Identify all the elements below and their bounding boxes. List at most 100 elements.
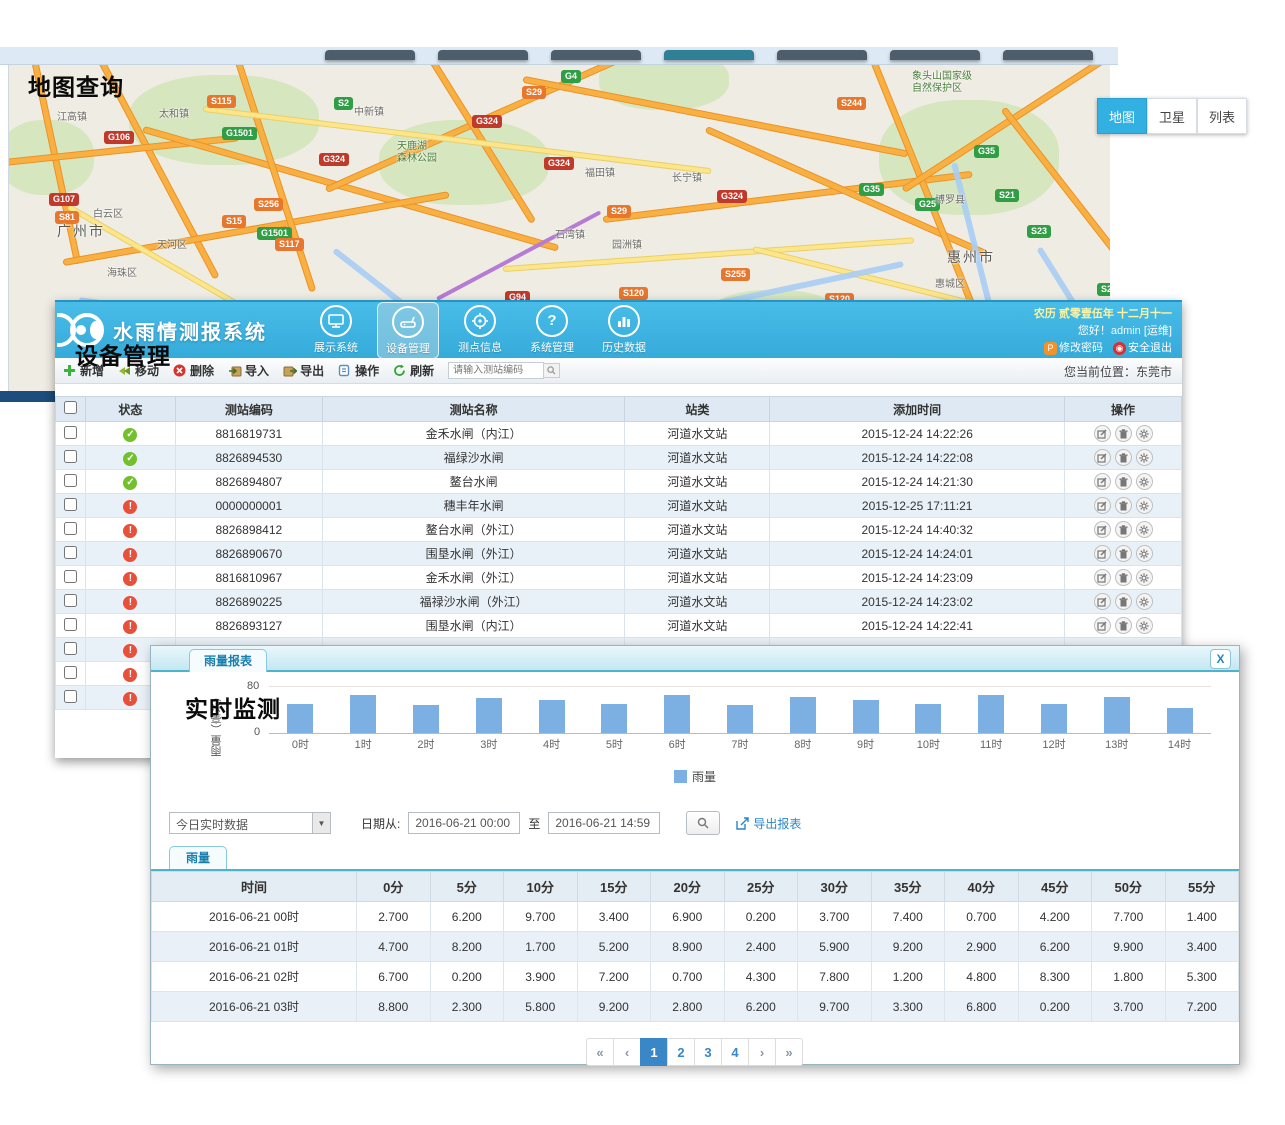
period-select[interactable]: 今日实时数据 ▼	[169, 812, 331, 834]
trash-icon[interactable]	[1115, 617, 1132, 634]
table-row[interactable]: !8826898412鳌台水闸（外江）河道水文站2015-12-24 14:40…	[56, 518, 1182, 542]
row-checkbox[interactable]	[64, 570, 77, 583]
pagination-nav-button[interactable]: »	[775, 1038, 803, 1066]
top-tab-stub[interactable]	[890, 50, 980, 60]
edit-icon[interactable]	[1094, 521, 1111, 538]
edit-icon[interactable]	[1094, 617, 1111, 634]
table-row[interactable]: !0000000001穗丰年水闸河道水文站2015-12-25 17:11:21	[56, 494, 1182, 518]
pagination-page-1[interactable]: 1	[640, 1038, 668, 1066]
row-checkbox[interactable]	[64, 522, 77, 535]
pagination-nav-button[interactable]: «	[586, 1038, 614, 1066]
date-from-input[interactable]	[408, 812, 520, 834]
trash-icon[interactable]	[1115, 425, 1132, 442]
export-report-link[interactable]: 导出报表	[736, 815, 801, 832]
rain-bar[interactable]	[1041, 704, 1067, 733]
tab-rainfall-report[interactable]: 雨量报表	[189, 649, 267, 672]
nav-item-展示系统[interactable]: 展示系统	[305, 302, 367, 359]
map-ctl-map[interactable]: 地图	[1097, 98, 1147, 134]
map-ctl-other[interactable]: 卫星	[1147, 98, 1197, 134]
gear-icon[interactable]	[1136, 617, 1153, 634]
rain-bar[interactable]	[287, 704, 313, 733]
rain-bar[interactable]	[1104, 697, 1130, 733]
trash-icon[interactable]	[1115, 569, 1132, 586]
top-tab-stub[interactable]	[438, 50, 528, 60]
gear-icon[interactable]	[1136, 425, 1153, 442]
row-checkbox[interactable]	[64, 666, 77, 679]
pagination-nav-button[interactable]: ›	[748, 1038, 776, 1066]
rain-bar[interactable]	[790, 697, 816, 733]
table-row[interactable]: !8816810967金禾水闸（外江）河道水文站2015-12-24 14:23…	[56, 566, 1182, 590]
nav-item-设备管理[interactable]: 设备管理	[377, 302, 439, 359]
table-row[interactable]: ✓8826894530福绿沙水闸河道水文站2015-12-24 14:22:08	[56, 446, 1182, 470]
top-tab-stub[interactable]	[777, 50, 867, 60]
top-tab-stub[interactable]	[325, 50, 415, 60]
gear-icon[interactable]	[1136, 497, 1153, 514]
toolbar-button-导出[interactable]: 导出	[283, 362, 324, 379]
toolbar-button-操作[interactable]: 操作	[338, 362, 379, 379]
query-button[interactable]	[686, 811, 720, 835]
trash-icon[interactable]	[1115, 593, 1132, 610]
top-tab-stub[interactable]	[551, 50, 641, 60]
select-all-checkbox[interactable]	[64, 401, 77, 414]
logout-link[interactable]: ◉安全退出	[1113, 340, 1172, 357]
gear-icon[interactable]	[1136, 593, 1153, 610]
top-tab-stub[interactable]	[1003, 50, 1093, 60]
trash-icon[interactable]	[1115, 521, 1132, 538]
edit-icon[interactable]	[1094, 449, 1111, 466]
rain-bar[interactable]	[413, 705, 439, 733]
trash-icon[interactable]	[1115, 449, 1132, 466]
toolbar-button-刷新[interactable]: 刷新	[393, 362, 434, 379]
rain-bar[interactable]	[664, 695, 690, 733]
row-checkbox[interactable]	[64, 594, 77, 607]
rain-bar[interactable]	[601, 704, 627, 733]
toolbar-button-导入[interactable]: 导入	[228, 362, 269, 379]
row-checkbox[interactable]	[64, 546, 77, 559]
pagination-page-3[interactable]: 3	[694, 1038, 722, 1066]
table-row[interactable]: !8826890225福禄沙水闸（外江）河道水文站2015-12-24 14:2…	[56, 590, 1182, 614]
edit-icon[interactable]	[1094, 473, 1111, 490]
rain-bar[interactable]	[1167, 708, 1193, 733]
trash-icon[interactable]	[1115, 473, 1132, 490]
gear-icon[interactable]	[1136, 473, 1153, 490]
row-checkbox[interactable]	[64, 474, 77, 487]
nav-item-系统管理[interactable]: ?系统管理	[521, 302, 583, 359]
change-password-link[interactable]: P修改密码	[1044, 340, 1103, 357]
table-row[interactable]: ✓8816819731金禾水闸（内江）河道水文站2015-12-24 14:22…	[56, 422, 1182, 446]
table-row[interactable]: !8826893127围垦水闸（内江）河道水文站2015-12-24 14:22…	[56, 614, 1182, 638]
pagination-nav-button[interactable]: ‹	[613, 1038, 641, 1066]
row-checkbox[interactable]	[64, 642, 77, 655]
edit-icon[interactable]	[1094, 545, 1111, 562]
trash-icon[interactable]	[1115, 497, 1132, 514]
table-row[interactable]: ✓8826894807鳌台水闸河道水文站2015-12-24 14:21:30	[56, 470, 1182, 494]
nav-item-测点信息[interactable]: 测点信息	[449, 302, 511, 359]
toolbar-button-删除[interactable]: 删除	[173, 362, 214, 379]
gear-icon[interactable]	[1136, 521, 1153, 538]
close-icon[interactable]: X	[1210, 649, 1231, 669]
map-ctl-other[interactable]: 列表	[1197, 98, 1247, 134]
gear-icon[interactable]	[1136, 545, 1153, 562]
edit-icon[interactable]	[1094, 497, 1111, 514]
edit-icon[interactable]	[1094, 593, 1111, 610]
table-row[interactable]: !8826890670围垦水闸（外江）河道水文站2015-12-24 14:24…	[56, 542, 1182, 566]
rain-bar[interactable]	[978, 695, 1004, 733]
gear-icon[interactable]	[1136, 569, 1153, 586]
top-tab-stub[interactable]	[664, 50, 754, 60]
search-icon[interactable]	[544, 363, 560, 378]
gear-icon[interactable]	[1136, 449, 1153, 466]
rain-bar[interactable]	[853, 700, 879, 733]
rain-bar[interactable]	[727, 705, 753, 733]
nav-item-历史数据[interactable]: 历史数据	[593, 302, 655, 359]
rain-bar[interactable]	[476, 698, 502, 733]
rain-bar[interactable]	[539, 700, 565, 733]
trash-icon[interactable]	[1115, 545, 1132, 562]
row-checkbox[interactable]	[64, 618, 77, 631]
tab-rain[interactable]: 雨量	[169, 846, 227, 869]
rain-bar[interactable]	[350, 695, 376, 733]
row-checkbox[interactable]	[64, 450, 77, 463]
pagination-page-2[interactable]: 2	[667, 1038, 695, 1066]
station-search-input[interactable]	[448, 362, 544, 379]
date-to-input[interactable]	[548, 812, 660, 834]
edit-icon[interactable]	[1094, 569, 1111, 586]
pagination-page-4[interactable]: 4	[721, 1038, 749, 1066]
rain-bar[interactable]	[915, 704, 941, 733]
